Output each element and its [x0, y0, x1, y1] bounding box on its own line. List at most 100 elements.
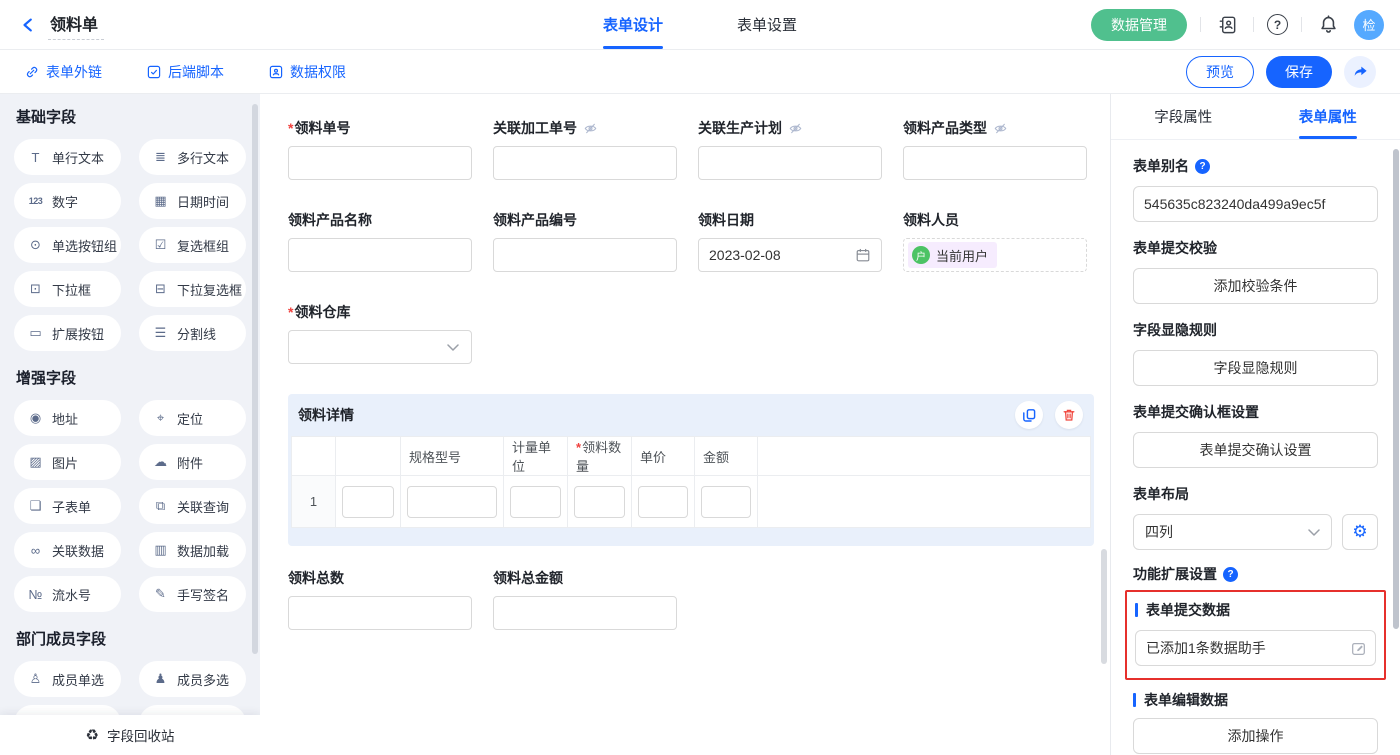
field-single-line-text[interactable]: T 单行文本 [14, 139, 121, 175]
form-field-material-person[interactable]: 领料人员 户 当前用户 [903, 210, 1087, 272]
warehouse-select[interactable] [288, 330, 472, 364]
subform-cell-input[interactable] [574, 486, 625, 518]
field-member-multi[interactable]: ♟ 成员多选 [139, 661, 246, 697]
field-select[interactable]: ⊡ 下拉框 [14, 271, 121, 307]
member-input[interactable]: 户 当前用户 [903, 238, 1087, 272]
form-field-production-plan[interactable]: 关联生产计划 [698, 118, 882, 180]
field-datetime[interactable]: ▦ 日期时间 [139, 183, 246, 219]
add-validation-button[interactable]: 添加校验条件 [1133, 268, 1378, 304]
layout-settings-button[interactable]: ⚙ [1342, 514, 1378, 550]
field-input[interactable] [493, 238, 677, 272]
field-multi-select[interactable]: ⊟ 下拉复选框 [139, 271, 246, 307]
field-address[interactable]: ◉ 地址 [14, 400, 121, 436]
submit-confirm-button[interactable]: 表单提交确认设置 [1133, 432, 1378, 468]
member-tag[interactable]: 户 当前用户 [908, 242, 997, 268]
save-button[interactable]: 保存 [1266, 56, 1332, 88]
form-field-product-code[interactable]: 领料产品编号 [493, 210, 677, 272]
data-manage-button[interactable]: 数据管理 [1091, 9, 1187, 41]
field-recycle-bin[interactable]: ♻ 字段回收站 [0, 715, 260, 755]
form-field-product-name[interactable]: 领料产品名称 [288, 210, 472, 272]
form-external-link[interactable]: 表单外链 [24, 62, 102, 82]
form-field-product-type[interactable]: 领料产品类型 [903, 118, 1087, 180]
field-serial-number[interactable]: № 流水号 [14, 576, 121, 612]
subform-block[interactable]: 领料详情 [288, 394, 1094, 546]
field-member-single[interactable]: ♙ 成员单选 [14, 661, 121, 697]
tab-field-properties[interactable]: 字段属性 [1111, 94, 1256, 139]
column-header-spec: 规格型号 [401, 437, 504, 476]
calendar-icon [855, 247, 871, 263]
form-alias-input[interactable] [1133, 186, 1378, 222]
field-divider-line[interactable]: ☰ 分割线 [139, 315, 246, 351]
field-lookup-query[interactable]: ⧉ 关联查询 [139, 488, 246, 524]
field-number[interactable]: 123 数字 [14, 183, 121, 219]
date-input[interactable]: 2023-02-08 [698, 238, 882, 272]
layout-select[interactable]: 四列 [1133, 514, 1332, 550]
user-avatar[interactable]: 检 [1354, 10, 1384, 40]
preview-button[interactable]: 预览 [1186, 56, 1254, 88]
sidebar-scrollbar[interactable] [252, 104, 258, 654]
field-multi-line-text[interactable]: ≣ 多行文本 [139, 139, 246, 175]
field-linked-data[interactable]: ∞ 关联数据 [14, 532, 121, 568]
help-icon[interactable]: ? [1267, 14, 1288, 35]
subform-cell-input[interactable] [407, 486, 497, 518]
field-location[interactable]: ⌖ 定位 [139, 400, 246, 436]
field-data-load[interactable]: ▥ 数据加载 [139, 532, 246, 568]
permission-icon [268, 64, 284, 80]
extension-settings-section: 功能扩展设置 ? [1133, 564, 1378, 584]
script-icon [146, 64, 162, 80]
annotation-highlight-box: 表单提交数据 已添加1条数据助手 [1125, 590, 1386, 680]
field-attachment[interactable]: ☁ 附件 [139, 444, 246, 480]
field-checkbox-group[interactable]: ☑ 复选框组 [139, 227, 246, 263]
field-extend-button[interactable]: ▭ 扩展按钮 [14, 315, 121, 351]
tab-form-design[interactable]: 表单设计 [603, 0, 663, 49]
subform-cell-input[interactable] [701, 486, 751, 518]
date-value: 2023-02-08 [709, 247, 781, 263]
field-image[interactable]: ▨ 图片 [14, 444, 121, 480]
edit-icon[interactable] [1350, 640, 1367, 657]
subform-cell-input[interactable] [510, 486, 561, 518]
back-button[interactable] [16, 12, 42, 38]
bell-icon[interactable] [1315, 12, 1341, 38]
field-visibility-button[interactable]: 字段显隐规则 [1133, 350, 1378, 386]
data-permission-link[interactable]: 数据权限 [268, 62, 346, 82]
field-input[interactable] [493, 596, 677, 630]
panel-scrollbar[interactable] [1393, 149, 1399, 629]
form-field-material-date[interactable]: 领料日期 2023-02-08 [698, 210, 882, 272]
delete-subform-button[interactable] [1055, 401, 1083, 429]
field-subform[interactable]: ❏ 子表单 [14, 488, 121, 524]
tab-form-properties[interactable]: 表单属性 [1256, 94, 1400, 139]
accent-bar [1135, 603, 1138, 617]
form-field-warehouse[interactable]: 领料仓库 [288, 302, 472, 364]
field-label: 领料仓库 [288, 302, 350, 322]
add-operation-button[interactable]: 添加操作 [1133, 718, 1378, 754]
tab-form-settings[interactable]: 表单设置 [737, 0, 797, 49]
field-input[interactable] [698, 146, 882, 180]
copy-icon [1021, 407, 1037, 423]
subform-cell-input[interactable] [342, 486, 394, 518]
field-input[interactable] [288, 238, 472, 272]
field-visibility-label: 字段显隐规则 [1133, 320, 1217, 340]
field-label: 领料总数 [288, 568, 344, 588]
extension-help-icon[interactable]: ? [1223, 567, 1238, 582]
canvas-scrollbar[interactable] [1101, 549, 1107, 664]
toolbar-actions: 预览 保存 [1186, 56, 1376, 88]
share-button[interactable] [1344, 56, 1376, 88]
alias-help-icon[interactable]: ? [1195, 159, 1210, 174]
field-radio-group[interactable]: ⊙ 单选按钮组 [14, 227, 121, 263]
contact-book-icon[interactable] [1214, 12, 1240, 38]
form-field-material-no[interactable]: 领料单号 [288, 118, 472, 180]
submit-data-value-box[interactable]: 已添加1条数据助手 [1135, 630, 1376, 666]
backend-script-link[interactable]: 后端脚本 [146, 62, 224, 82]
form-field-total-quantity[interactable]: 领料总数 [288, 568, 472, 630]
form-field-process-order[interactable]: 关联加工单号 [493, 118, 677, 180]
field-signature[interactable]: ✎ 手写签名 [139, 576, 246, 612]
form-title[interactable]: 领料单 [48, 9, 104, 40]
field-input[interactable] [288, 596, 472, 630]
field-input[interactable] [903, 146, 1087, 180]
field-input[interactable] [288, 146, 472, 180]
field-input[interactable] [493, 146, 677, 180]
copy-subform-button[interactable] [1015, 401, 1043, 429]
column-header-amount: 金额 [695, 437, 758, 476]
subform-cell-input[interactable] [638, 486, 688, 518]
form-field-total-amount[interactable]: 领料总金额 [493, 568, 677, 630]
